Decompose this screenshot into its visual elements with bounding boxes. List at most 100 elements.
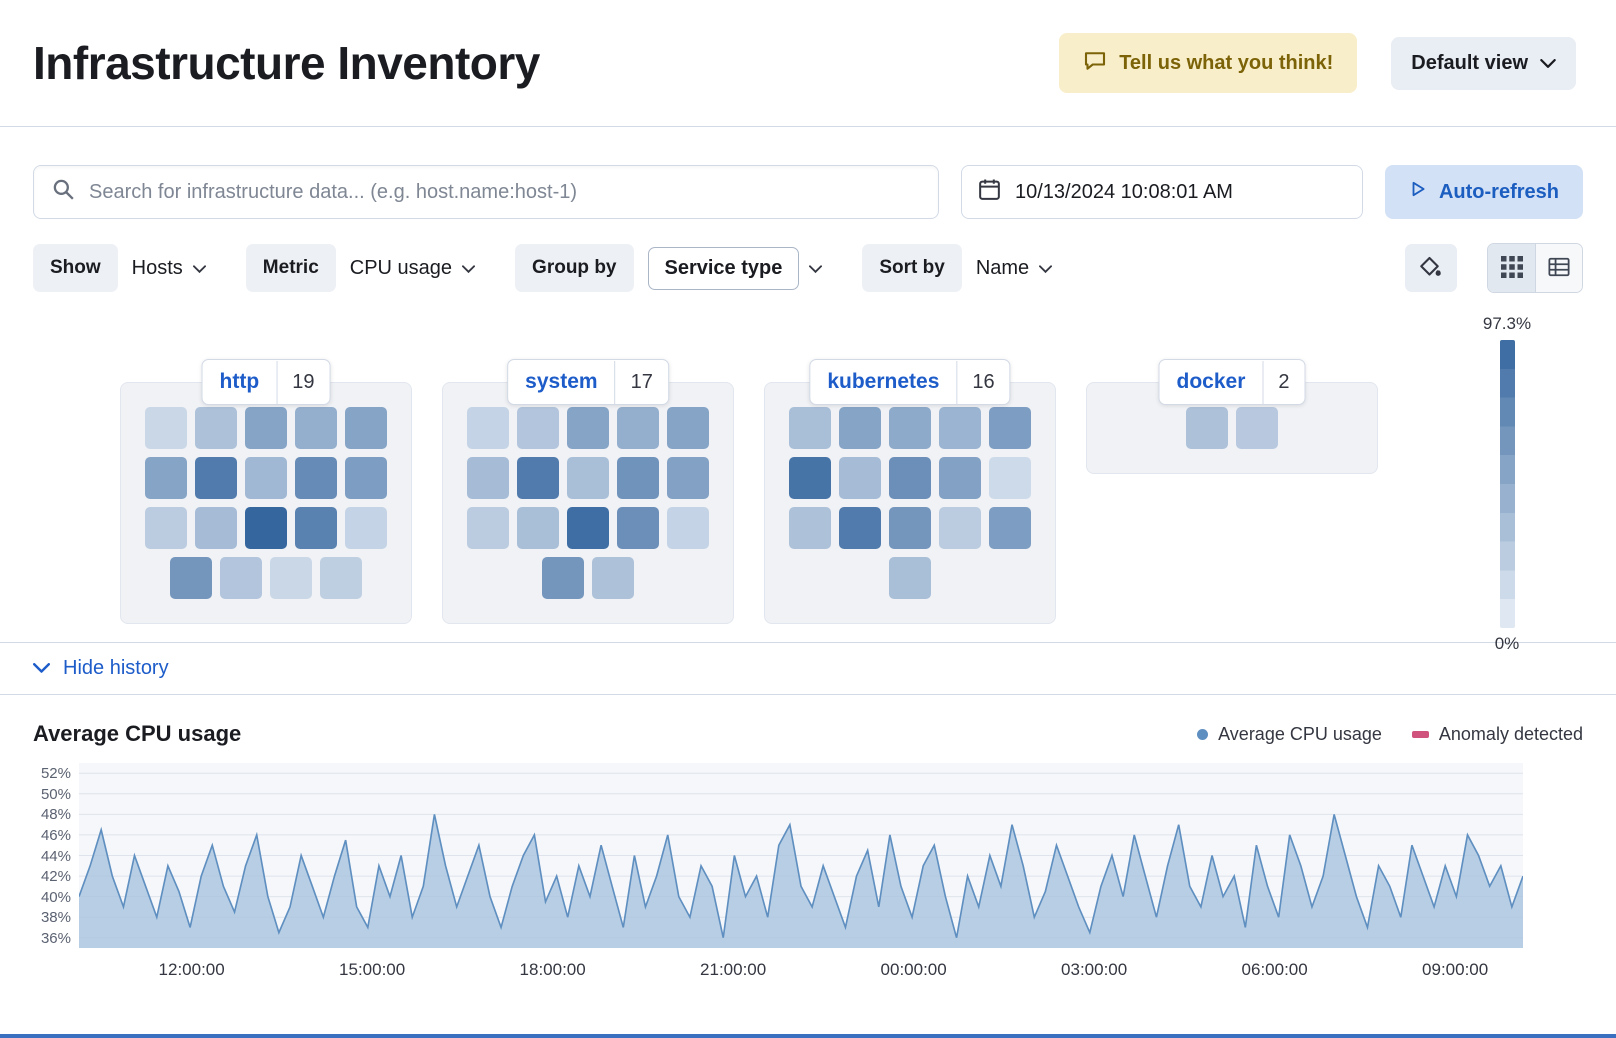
host-tile[interactable] bbox=[145, 457, 187, 499]
waffle-groups: http19system17kubernetes16docker2 bbox=[120, 382, 1378, 624]
grid-icon bbox=[1501, 256, 1523, 281]
heat-legend: 97.3% 0% bbox=[1472, 314, 1542, 654]
host-tile[interactable] bbox=[789, 407, 831, 449]
legend-item-anomaly[interactable]: Anomaly detected bbox=[1412, 724, 1583, 745]
group-by-filter-value[interactable]: Service type bbox=[648, 247, 800, 290]
host-tile[interactable] bbox=[170, 557, 212, 599]
host-tile[interactable] bbox=[789, 507, 831, 549]
host-tile[interactable] bbox=[295, 457, 337, 499]
group-tile-grid bbox=[764, 382, 1056, 624]
host-tile[interactable] bbox=[889, 557, 931, 599]
search-icon bbox=[52, 178, 75, 206]
host-tile[interactable] bbox=[839, 457, 881, 499]
host-tile[interactable] bbox=[320, 557, 362, 599]
host-tile[interactable] bbox=[345, 407, 387, 449]
host-tile[interactable] bbox=[839, 507, 881, 549]
view-selector-label: Default view bbox=[1411, 52, 1528, 75]
host-tile[interactable] bbox=[195, 457, 237, 499]
host-tile[interactable] bbox=[270, 557, 312, 599]
date-picker-value: 10/13/2024 10:08:01 AM bbox=[1015, 181, 1233, 204]
group-label-pill[interactable]: docker2 bbox=[1159, 359, 1306, 405]
chart-y-axis: 52%50%48%46%44%42%40%38%36% bbox=[33, 763, 79, 948]
host-tile[interactable] bbox=[889, 407, 931, 449]
host-tile[interactable] bbox=[245, 507, 287, 549]
host-tile[interactable] bbox=[567, 407, 609, 449]
legend-item-average-cpu[interactable]: Average CPU usage bbox=[1197, 724, 1382, 745]
y-tick-label: 48% bbox=[41, 806, 71, 823]
host-tile[interactable] bbox=[467, 457, 509, 499]
host-tile[interactable] bbox=[939, 507, 981, 549]
host-tile[interactable] bbox=[542, 557, 584, 599]
table-view-button[interactable] bbox=[1535, 244, 1582, 292]
host-tile[interactable] bbox=[195, 507, 237, 549]
host-tile[interactable] bbox=[667, 457, 709, 499]
group-tile-grid bbox=[442, 382, 734, 624]
host-tile[interactable] bbox=[617, 507, 659, 549]
host-tile[interactable] bbox=[467, 507, 509, 549]
host-tile[interactable] bbox=[939, 407, 981, 449]
auto-refresh-button[interactable]: Auto-refresh bbox=[1385, 165, 1583, 219]
host-tile[interactable] bbox=[889, 507, 931, 549]
metric-filter-value: CPU usage bbox=[350, 257, 452, 280]
host-tile[interactable] bbox=[517, 457, 559, 499]
grid-view-button[interactable] bbox=[1488, 244, 1535, 292]
query-toolbar: 10/13/2024 10:08:01 AM Auto-refresh bbox=[33, 165, 1583, 219]
host-tile[interactable] bbox=[195, 407, 237, 449]
x-tick-label: 00:00:00 bbox=[881, 960, 947, 980]
host-tile[interactable] bbox=[245, 457, 287, 499]
group-name: kubernetes bbox=[810, 360, 956, 404]
host-tile[interactable] bbox=[989, 457, 1031, 499]
host-tile[interactable] bbox=[220, 557, 262, 599]
group-by-filter[interactable]: Group by Service type bbox=[515, 244, 836, 292]
sort-by-filter[interactable]: Sort by Name bbox=[862, 244, 1066, 292]
host-tile[interactable] bbox=[667, 507, 709, 549]
view-mode-toggle bbox=[1487, 243, 1583, 293]
group-label-pill[interactable]: kubernetes16 bbox=[809, 359, 1010, 405]
x-tick-label: 18:00:00 bbox=[520, 960, 586, 980]
host-tile[interactable] bbox=[245, 407, 287, 449]
view-selector-button[interactable]: Default view bbox=[1391, 37, 1576, 90]
chart-x-axis: 12:00:0015:00:0018:00:0021:00:0000:00:00… bbox=[79, 948, 1523, 984]
host-tile[interactable] bbox=[617, 407, 659, 449]
search-input[interactable] bbox=[87, 180, 920, 205]
host-tile[interactable] bbox=[295, 407, 337, 449]
show-filter-value: Hosts bbox=[132, 257, 183, 280]
host-tile[interactable] bbox=[889, 457, 931, 499]
waffle-group-http: http19 bbox=[120, 382, 412, 624]
group-label-pill[interactable]: http19 bbox=[202, 359, 331, 405]
host-tile[interactable] bbox=[517, 407, 559, 449]
host-tile[interactable] bbox=[295, 507, 337, 549]
host-tile[interactable] bbox=[839, 407, 881, 449]
host-tile[interactable] bbox=[145, 407, 187, 449]
chevron-down-icon bbox=[1540, 52, 1556, 75]
x-tick-label: 21:00:00 bbox=[700, 960, 766, 980]
host-tile[interactable] bbox=[567, 457, 609, 499]
host-tile[interactable] bbox=[345, 507, 387, 549]
group-label-pill[interactable]: system17 bbox=[507, 359, 669, 405]
host-tile[interactable] bbox=[617, 457, 659, 499]
feedback-button[interactable]: Tell us what you think! bbox=[1059, 33, 1357, 93]
hide-history-toggle[interactable]: Hide history bbox=[0, 642, 1616, 695]
host-tile[interactable] bbox=[345, 457, 387, 499]
waffle-group-kubernetes: kubernetes16 bbox=[764, 382, 1056, 624]
host-tile[interactable] bbox=[989, 507, 1031, 549]
palette-button[interactable] bbox=[1405, 244, 1457, 292]
table-icon bbox=[1548, 256, 1570, 281]
group-count: 16 bbox=[956, 361, 1009, 404]
host-tile[interactable] bbox=[1186, 407, 1228, 449]
host-tile[interactable] bbox=[1236, 407, 1278, 449]
host-tile[interactable] bbox=[667, 407, 709, 449]
host-tile[interactable] bbox=[789, 457, 831, 499]
metric-filter[interactable]: Metric CPU usage bbox=[246, 244, 489, 292]
search-box[interactable] bbox=[33, 165, 939, 219]
host-tile[interactable] bbox=[989, 407, 1031, 449]
host-tile[interactable] bbox=[939, 457, 981, 499]
host-tile[interactable] bbox=[467, 407, 509, 449]
host-tile[interactable] bbox=[517, 507, 559, 549]
host-tile[interactable] bbox=[145, 507, 187, 549]
host-tile[interactable] bbox=[567, 507, 609, 549]
show-filter[interactable]: Show Hosts bbox=[33, 244, 220, 292]
legend-label: Anomaly detected bbox=[1439, 724, 1583, 745]
date-picker-button[interactable]: 10/13/2024 10:08:01 AM bbox=[961, 165, 1363, 219]
host-tile[interactable] bbox=[592, 557, 634, 599]
